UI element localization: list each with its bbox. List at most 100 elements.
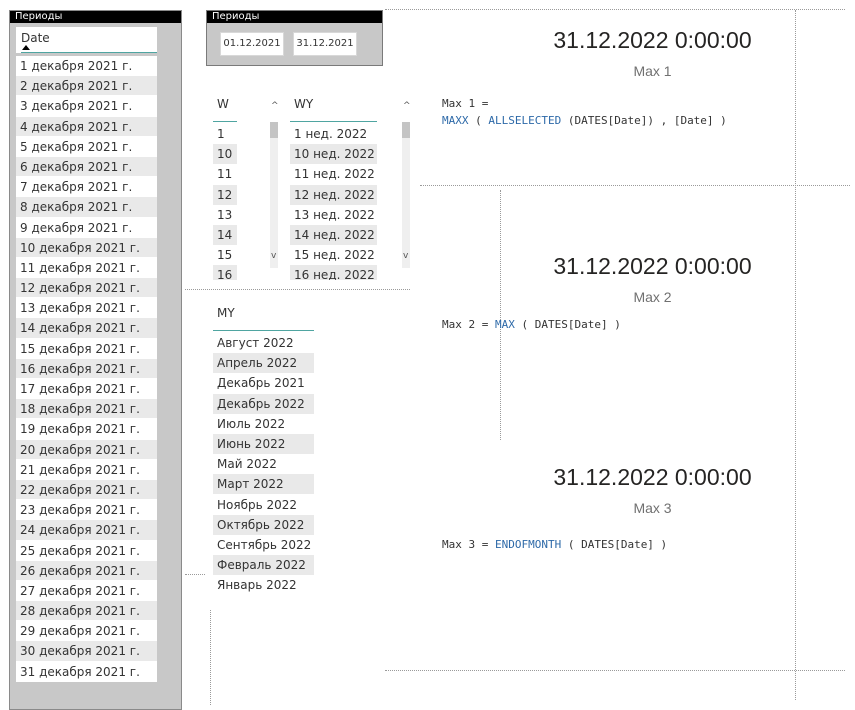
canvas-guide	[210, 610, 211, 705]
date-list-item[interactable]: 11 декабря 2021 г.	[16, 257, 157, 279]
w-list-item[interactable]: 11	[213, 164, 237, 184]
date-list-item[interactable]: 4 декабря 2021 г.	[16, 116, 157, 137]
date-list-item[interactable]: 20 декабря 2021 г.	[16, 439, 157, 460]
wy-list-item[interactable]: 16 нед. 2022	[290, 265, 377, 280]
w-scrollbar-thumb[interactable]	[270, 122, 278, 138]
date-list-item[interactable]: 21 декабря 2021 г.	[16, 459, 157, 480]
date-range-slicer: Периоды 01.12.2021 31.12.2021	[206, 10, 383, 66]
wy-list-item[interactable]: 13 нед. 2022	[290, 205, 377, 225]
chevron-down-icon[interactable]: v	[271, 252, 276, 261]
date-list-item[interactable]: 12 декабря 2021 г.	[16, 278, 157, 299]
wy-scrollbar-thumb[interactable]	[402, 122, 410, 138]
wy-list-item[interactable]: 14 нед. 2022	[290, 225, 377, 245]
my-list-item[interactable]: Июль 2022	[213, 414, 314, 434]
date-list-item[interactable]: 1 декабря 2021 г.	[16, 56, 157, 77]
my-list-item[interactable]: Март 2022	[213, 474, 314, 495]
w-column-header[interactable]: W	[217, 97, 229, 111]
w-list-item[interactable]: 10	[213, 144, 237, 165]
my-list-item[interactable]: Декабрь 2022	[213, 393, 314, 414]
canvas-guide	[385, 9, 845, 10]
my-header-underline	[213, 330, 314, 331]
range-start-input[interactable]: 01.12.2021	[220, 32, 284, 56]
w-list-item[interactable]: 13	[213, 205, 237, 225]
w-scrollbar-track[interactable]	[270, 138, 278, 268]
date-list-item[interactable]: 25 декабря 2021 г.	[16, 540, 157, 561]
card-max1-value: 31.12.2022 0:00:00	[553, 27, 752, 53]
card-max1-label: Max 1	[633, 63, 672, 79]
my-list-item[interactable]: Декабрь 2021	[213, 373, 314, 393]
date-list-item[interactable]: 2 декабря 2021 г.	[16, 76, 157, 97]
date-list-item[interactable]: 15 декабря 2021 г.	[16, 338, 157, 359]
date-list-item[interactable]: 30 декабря 2021 г.	[16, 641, 157, 662]
card-max3-label: Max 3	[633, 500, 672, 516]
dax-function: ALLSELECTED	[488, 114, 562, 127]
my-list-item[interactable]: Октябрь 2022	[213, 514, 314, 535]
chevron-up-icon[interactable]: ^	[403, 102, 411, 111]
dax-text: (	[468, 114, 489, 127]
my-list-item[interactable]: Январь 2022	[213, 575, 314, 595]
date-list-item[interactable]: 22 декабря 2021 г.	[16, 479, 157, 501]
date-list-item[interactable]: 6 декабря 2021 г.	[16, 156, 157, 178]
wy-list-item[interactable]: 1 нед. 2022	[290, 124, 377, 144]
card-max2-value: 31.12.2022 0:00:00	[553, 253, 752, 279]
my-list-item[interactable]: Ноябрь 2022	[213, 495, 314, 515]
my-list-item[interactable]: Май 2022	[213, 454, 314, 474]
wy-list-item[interactable]: 10 нед. 2022	[290, 144, 377, 165]
my-list-item[interactable]: Сентябрь 2022	[213, 535, 314, 555]
date-list-item[interactable]: 26 декабря 2021 г.	[16, 560, 157, 581]
range-end-input[interactable]: 31.12.2021	[293, 32, 357, 56]
chevron-up-icon[interactable]: ^	[271, 102, 279, 111]
card-max3-value: 31.12.2022 0:00:00	[553, 464, 752, 490]
w-header-underline	[213, 121, 237, 122]
dax-max1-line2: MAXX ( ALLSELECTED (DATES[Date]) , [Date…	[442, 114, 727, 127]
wy-list-item[interactable]: 11 нед. 2022	[290, 164, 377, 184]
date-list-item[interactable]: 28 декабря 2021 г.	[16, 601, 157, 622]
date-list-item[interactable]: 9 декабря 2021 г.	[16, 217, 157, 238]
w-list-item[interactable]: 1	[213, 124, 237, 144]
wy-list-item[interactable]: 12 нед. 2022	[290, 184, 377, 205]
date-column-header[interactable]: Date	[16, 27, 157, 53]
date-list-item[interactable]: 5 декабря 2021 г.	[16, 136, 157, 157]
w-list-item[interactable]: 14	[213, 225, 237, 245]
date-list-item[interactable]: 13 декабря 2021 г.	[16, 298, 157, 319]
range-slicer-title: Периоды	[207, 11, 382, 23]
date-list-item[interactable]: 17 декабря 2021 г.	[16, 379, 157, 400]
dax-max1-line1: Max 1 =	[442, 97, 489, 110]
my-list-item[interactable]: Апрель 2022	[213, 353, 314, 374]
chevron-down-icon[interactable]: v	[403, 252, 408, 261]
canvas-guide	[385, 670, 845, 671]
dax-text: (DATES[Date]) , [Date] )	[561, 114, 727, 127]
date-list-item[interactable]: 19 декабря 2021 г.	[16, 419, 157, 440]
slicer-title: Периоды	[10, 11, 181, 23]
date-list-item[interactable]: 10 декабря 2021 г.	[16, 237, 157, 258]
date-list-item[interactable]: 7 декабря 2021 г.	[16, 177, 157, 198]
date-list-item[interactable]: 8 декабря 2021 г.	[16, 197, 157, 218]
canvas-guide	[420, 185, 850, 186]
wy-list-item[interactable]: 15 нед. 2022	[290, 245, 377, 265]
date-list-item[interactable]: 14 декабря 2021 г.	[16, 318, 157, 339]
w-list-item[interactable]: 15	[213, 245, 237, 265]
date-list-item[interactable]: 31 декабря 2021 г.	[16, 661, 157, 682]
date-list-item[interactable]: 3 декабря 2021 г.	[16, 96, 157, 117]
date-list-item[interactable]: 27 декабря 2021 г.	[16, 580, 157, 602]
dax-max3: Max 3 = ENDOFMONTH ( DATES[Date] )	[442, 538, 667, 551]
sort-ascending-icon[interactable]	[22, 45, 30, 50]
date-list-item[interactable]: 23 декабря 2021 г.	[16, 500, 157, 521]
w-list-item[interactable]: 12	[213, 184, 237, 205]
my-list-item[interactable]: Август 2022	[213, 333, 314, 353]
dax-text: ( DATES[Date] )	[561, 538, 668, 551]
date-list-item[interactable]: 29 декабря 2021 г.	[16, 621, 157, 642]
my-column-header[interactable]: MY	[217, 306, 235, 320]
w-list-item[interactable]: 16	[213, 265, 237, 280]
wy-column-header[interactable]: WY	[294, 97, 313, 111]
dax-function: MAXX	[442, 114, 469, 127]
wy-scrollbar-track[interactable]	[402, 138, 410, 268]
date-list-item[interactable]: 24 декабря 2021 г.	[16, 520, 157, 541]
my-list-item[interactable]: Февраль 2022	[213, 555, 314, 576]
header-underline	[21, 52, 157, 53]
date-list-item[interactable]: 16 декабря 2021 г.	[16, 358, 157, 379]
my-list-item[interactable]: Июнь 2022	[213, 434, 314, 454]
canvas-guide	[185, 289, 410, 290]
date-list-item[interactable]: 18 декабря 2021 г.	[16, 399, 157, 420]
canvas-guide	[185, 574, 205, 575]
